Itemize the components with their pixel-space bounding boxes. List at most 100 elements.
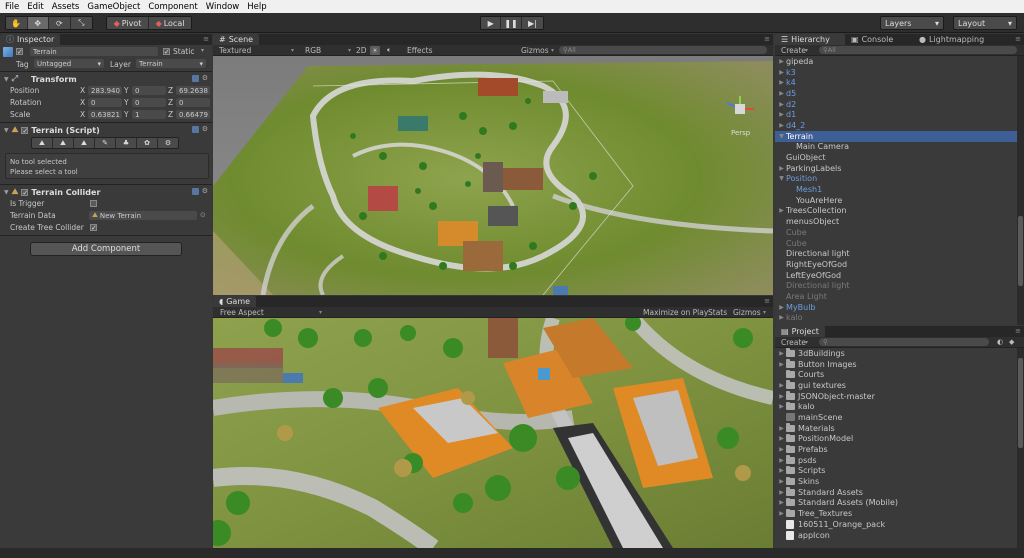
hierarchy-item[interactable]: menusObject <box>775 216 1024 227</box>
scene-search-input[interactable]: ⚲ All <box>559 46 767 54</box>
menu-help[interactable]: Help <box>247 2 266 12</box>
hierarchy-item[interactable]: ▶ d1 <box>775 109 1024 120</box>
scroll-thumb[interactable] <box>1018 216 1023 286</box>
project-item[interactable]: 160511_Orange_pack <box>775 519 1024 530</box>
aspect-dropdown[interactable]: Free Aspect <box>220 308 264 317</box>
hierarchy-item[interactable]: ▼ Terrain <box>775 130 1024 142</box>
gear-icon[interactable]: ⚙ <box>202 188 208 195</box>
help-icon[interactable] <box>191 75 199 82</box>
transform-header[interactable]: ▼ ⤢ Transform ⚙ <box>0 73 212 85</box>
project-item[interactable]: ▶ Tree_Textures <box>775 508 1024 519</box>
hierarchy-create-dropdown[interactable]: Create <box>781 46 806 55</box>
fold-closed-icon[interactable]: ▶ <box>777 350 786 357</box>
tab-scene[interactable]: # Scene <box>213 34 260 45</box>
rotation-y-field[interactable]: 0 <box>132 98 166 107</box>
hierarchy-item[interactable]: ▶ d5 <box>775 88 1024 99</box>
hierarchy-item[interactable]: LeftEyeOfGod <box>775 270 1024 281</box>
rotation-z-field[interactable]: 0 <box>176 98 210 107</box>
fold-closed-icon[interactable]: ▶ <box>777 58 786 65</box>
project-item[interactable]: ▶ JSONObject-master <box>775 391 1024 402</box>
project-item[interactable]: ▶ Standard Assets <box>775 487 1024 498</box>
hierarchy-item[interactable]: YouAreHere <box>775 195 1024 206</box>
maximize-on-play-toggle[interactable]: Maximize on Play <box>643 308 708 317</box>
menu-gameobject[interactable]: GameObject <box>87 2 140 12</box>
terrain-collider-header[interactable]: ▼ ⛰ ✓ Terrain Collider ⚙ <box>0 186 212 198</box>
fold-closed-icon[interactable]: ▶ <box>777 69 786 76</box>
project-create-dropdown[interactable]: Create <box>781 338 806 347</box>
draw-mode-dropdown[interactable]: Textured <box>219 46 251 55</box>
gear-icon[interactable]: ⚙ <box>202 75 208 82</box>
position-z-field[interactable]: 69.2638 <box>176 86 210 95</box>
hierarchy-item[interactable]: ▶ kalo <box>775 313 1024 324</box>
pause-icon[interactable]: ❚❚ <box>501 17 522 29</box>
terrain-script-header[interactable]: ▼ ⛰ ✓ Terrain (Script) ⚙ <box>0 124 212 136</box>
play-icon[interactable]: ▶ <box>481 17 502 29</box>
help-icon[interactable] <box>191 188 199 195</box>
hierarchy-item[interactable]: GuiObject <box>775 152 1024 163</box>
effects-dropdown[interactable]: Effects <box>407 46 433 55</box>
fold-closed-icon[interactable]: ▶ <box>777 111 786 118</box>
fold-closed-icon[interactable]: ▶ <box>777 304 786 311</box>
project-item[interactable]: ▶ PositionModel <box>775 433 1024 445</box>
fold-closed-icon[interactable]: ▶ <box>777 489 786 496</box>
hierarchy-item[interactable]: ▶ TreesCollection <box>775 206 1024 217</box>
hierarchy-item[interactable]: Main Camera <box>775 142 1024 153</box>
local-button[interactable]: ◆ Local <box>149 17 191 29</box>
scale-y-field[interactable]: 1 <box>132 110 166 119</box>
fold-closed-icon[interactable]: ▶ <box>777 314 786 321</box>
hand-icon[interactable]: ✋ <box>6 17 28 29</box>
hierarchy-item[interactable]: ▶ gipeda <box>775 56 1024 67</box>
hierarchy-item[interactable]: Cube <box>775 227 1024 238</box>
project-item[interactable]: ▶ Materials <box>775 423 1024 434</box>
tab-game[interactable]: ◖ Game <box>213 296 257 307</box>
fold-closed-icon[interactable]: ▶ <box>777 403 786 410</box>
hierarchy-item[interactable]: RightEyeOfGod <box>775 259 1024 270</box>
fold-closed-icon[interactable]: ▶ <box>777 382 786 389</box>
tab-menu-icon[interactable]: ≡ <box>1015 35 1021 43</box>
render-mode-dropdown[interactable]: RGB <box>305 46 321 55</box>
project-item[interactable]: ▶ kalo <box>775 401 1024 412</box>
rotate-icon[interactable]: ⟳ <box>49 17 71 29</box>
layer-dropdown[interactable]: Terrain ▾ <box>136 59 206 68</box>
menu-assets[interactable]: Assets <box>52 2 80 12</box>
hierarchy-item[interactable]: ▶ d4_2 <box>775 120 1024 131</box>
tab-menu-icon[interactable]: ≡ <box>764 35 770 43</box>
create-tree-collider-checkbox[interactable]: ✓ <box>90 224 97 232</box>
tab-lightmapping[interactable]: ● Lightmapping <box>913 34 990 45</box>
hierarchy-item[interactable]: ▼ Position <box>775 174 1024 185</box>
fold-open-icon[interactable]: ▼ <box>777 175 786 182</box>
audio-icon[interactable]: 🔈︎ <box>387 45 392 55</box>
tab-project[interactable]: ▤ Project <box>775 326 825 337</box>
help-icon[interactable] <box>191 126 199 133</box>
hierarchy-item[interactable]: ▶ d2 <box>775 99 1024 110</box>
terrain-script-checkbox[interactable]: ✓ <box>21 126 29 134</box>
raise-terrain-icon[interactable]: ⛰ <box>32 138 53 148</box>
fold-closed-icon[interactable]: ▶ <box>777 79 786 86</box>
layers-dropdown[interactable]: Layers ▾ <box>880 16 944 30</box>
add-component-button[interactable]: Add Component <box>30 242 182 256</box>
tab-menu-icon[interactable]: ≡ <box>203 35 209 43</box>
tab-menu-icon[interactable]: ≡ <box>1015 327 1021 335</box>
step-icon[interactable]: ▶| <box>522 17 543 29</box>
active-checkbox[interactable]: ✓ <box>16 48 23 56</box>
scale-z-field[interactable]: 0.66479 <box>176 110 210 119</box>
menu-window[interactable]: Window <box>206 2 240 12</box>
object-picker-icon[interactable]: ⊙ <box>200 211 206 219</box>
mode-2d-toggle[interactable]: 2D <box>356 46 367 55</box>
paint-height-icon[interactable]: ⛰ <box>53 138 74 148</box>
scale-x-field[interactable]: 0.63821 <box>88 110 122 119</box>
rotation-x-field[interactable]: 0 <box>88 98 122 107</box>
gear-icon[interactable]: ⚙ <box>202 126 208 133</box>
menu-edit[interactable]: Edit <box>27 2 43 12</box>
paint-details-icon[interactable]: ✿ <box>137 138 158 148</box>
fold-closed-icon[interactable]: ▶ <box>777 446 786 453</box>
hierarchy-scrollbar[interactable] <box>1017 56 1024 325</box>
fold-closed-icon[interactable]: ▶ <box>777 457 786 464</box>
hierarchy-item[interactable]: ▶ k3 <box>775 67 1024 78</box>
scroll-thumb[interactable] <box>1018 358 1023 448</box>
menu-file[interactable]: File <box>5 2 19 12</box>
hierarchy-item[interactable]: Mesh1 <box>775 184 1024 195</box>
project-item[interactable]: mainScene <box>775 412 1024 423</box>
hierarchy-item[interactable]: Cube <box>775 238 1024 249</box>
project-item[interactable]: ▶ Button Images <box>775 359 1024 370</box>
